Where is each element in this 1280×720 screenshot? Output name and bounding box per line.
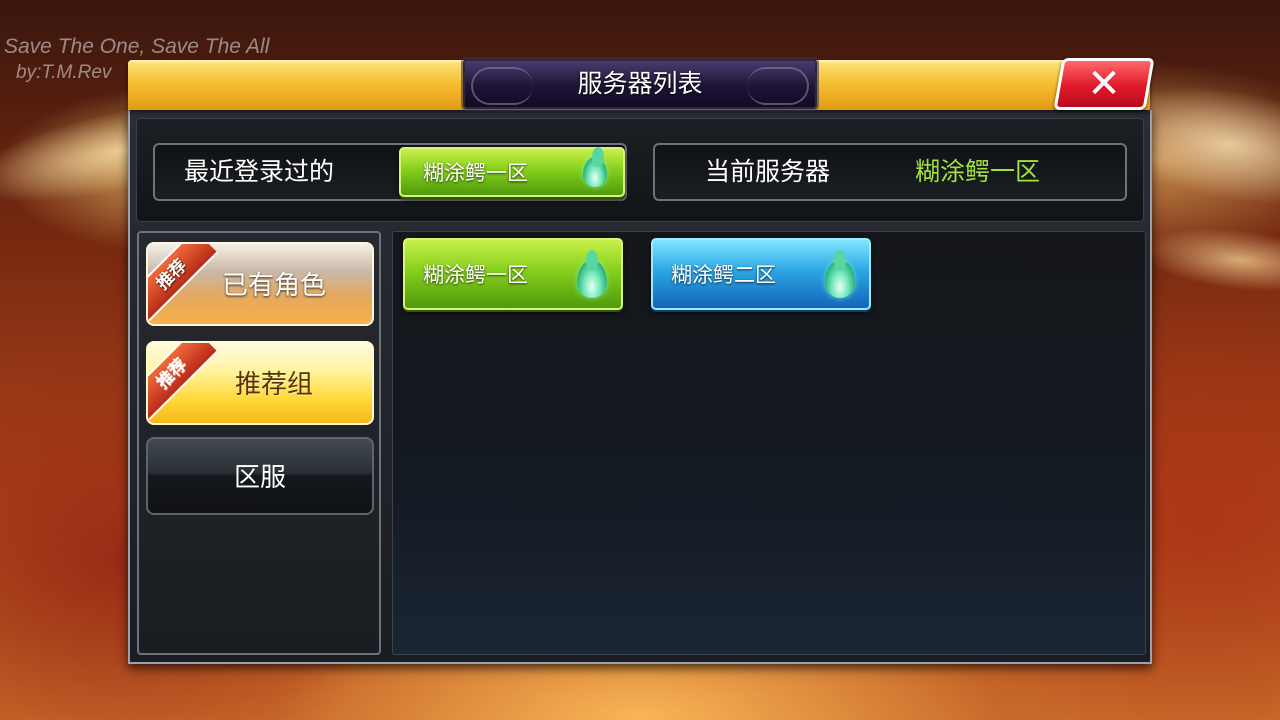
game-screen: Save The One, Save The All by:T.M.Rev 服务… bbox=[0, 0, 1280, 720]
flame-icon bbox=[583, 147, 607, 187]
category-label: 推荐组 bbox=[234, 370, 313, 400]
background-light-streak bbox=[1137, 219, 1280, 301]
current-label: 当前服务器 bbox=[705, 157, 831, 186]
recommend-badge: 推荐 bbox=[148, 244, 218, 321]
category-label: 已有角色 bbox=[221, 271, 326, 301]
category-label: 区服 bbox=[233, 463, 286, 493]
category-recommended[interactable]: 推荐 推荐组 bbox=[146, 341, 374, 425]
flame-icon bbox=[825, 250, 855, 298]
close-button[interactable]: ✕ bbox=[1053, 58, 1155, 110]
server-name: 糊涂鳄一区 bbox=[423, 263, 528, 287]
category-zones[interactable]: 区服 bbox=[146, 437, 374, 515]
server-button-2[interactable]: 糊涂鳄二区 bbox=[651, 238, 871, 310]
flame-icon bbox=[577, 250, 607, 298]
recent-server-name: 糊涂鳄一区 bbox=[423, 161, 528, 185]
category-owned-characters[interactable]: 推荐 已有角色 bbox=[146, 242, 374, 326]
current-server-name: 糊涂鳄一区 bbox=[915, 157, 1041, 186]
close-icon: ✕ bbox=[1087, 61, 1121, 107]
watermark-line1: Save The One, Save The All bbox=[4, 35, 270, 58]
recent-server-button[interactable]: 糊涂鳄一区 bbox=[399, 147, 625, 197]
server-name: 糊涂鳄二区 bbox=[671, 263, 776, 287]
window-title: 服务器列表 bbox=[577, 69, 703, 98]
recommend-badge: 推荐 bbox=[148, 343, 218, 420]
server-button-1[interactable]: 糊涂鳄一区 bbox=[403, 238, 623, 310]
recent-label: 最近登录过的 bbox=[184, 157, 335, 186]
